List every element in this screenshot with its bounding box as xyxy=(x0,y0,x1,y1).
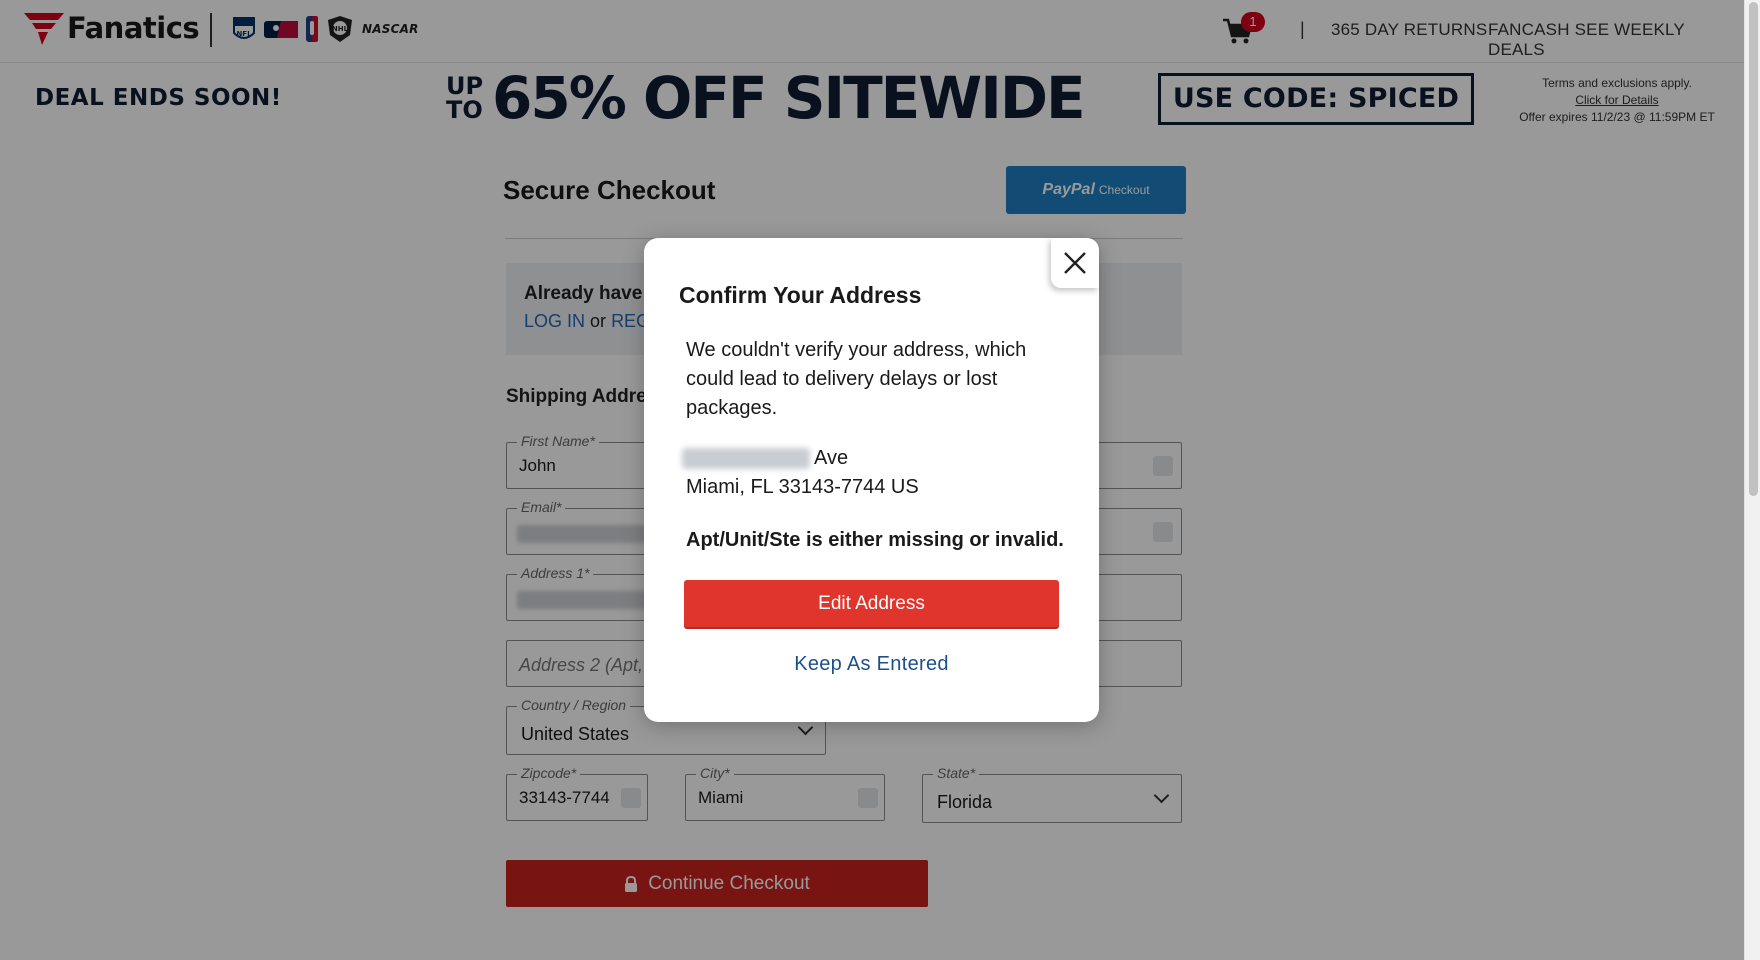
close-icon xyxy=(1064,252,1086,274)
close-modal-button[interactable] xyxy=(1051,238,1099,288)
street-suffix: Ave xyxy=(814,447,849,469)
address-street-line: Ave xyxy=(682,447,849,470)
scrollbar-thumb[interactable] xyxy=(1749,2,1758,496)
modal-warning: Apt/Unit/Ste is either missing or invali… xyxy=(686,529,1064,551)
street-redacted xyxy=(682,448,810,469)
modal-message: We couldn't verify your address, which c… xyxy=(686,339,1027,419)
modal-title: Confirm Your Address xyxy=(679,282,922,308)
address-city-line: Miami, FL 33143-7744 US xyxy=(686,476,919,498)
edit-address-button[interactable]: Edit Address xyxy=(684,580,1059,627)
page-scrollbar[interactable] xyxy=(1744,0,1760,960)
keep-as-entered-link[interactable]: Keep As Entered xyxy=(684,653,1059,676)
